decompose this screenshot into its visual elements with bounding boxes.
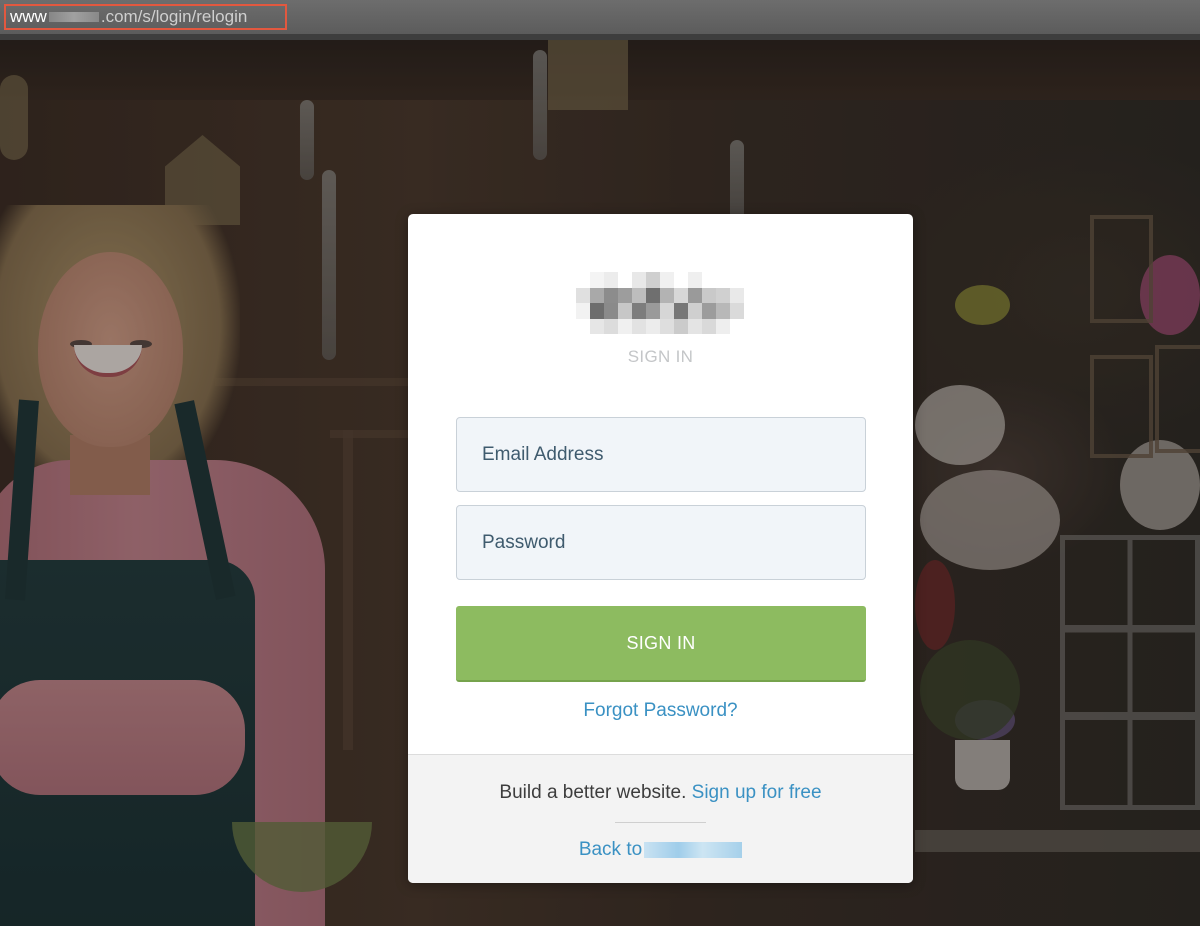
logo-pixel [604, 287, 618, 303]
logo-pixel [702, 303, 716, 319]
forgot-password-link[interactable]: Forgot Password? [583, 700, 737, 721]
footer-divider [615, 822, 706, 823]
logo-pixel [576, 272, 590, 288]
url-text[interactable]: www .com/s/login/relogin [10, 7, 247, 27]
logo-pixel [576, 318, 590, 334]
logo-pixel [702, 318, 716, 334]
card-title: SIGN IN [627, 347, 694, 366]
logo-pixel [660, 287, 674, 303]
logo-pixel [604, 303, 618, 319]
logo-pixel [674, 318, 688, 334]
logo-pixel [688, 303, 702, 319]
logo-pixel [702, 272, 716, 288]
logo-pixel [632, 287, 646, 303]
logo-pixel [618, 318, 632, 334]
logo-pixel [688, 272, 702, 288]
logo-pixel [674, 303, 688, 319]
back-link-text: Back to [578, 839, 643, 860]
logo-pixel [660, 272, 674, 288]
back-link-row: Back to [408, 839, 913, 861]
logo-pixel [618, 287, 632, 303]
logo-pixel [646, 287, 660, 303]
back-link-redacted-site [644, 842, 743, 858]
logo-pixel [660, 318, 674, 334]
logo-pixel [618, 303, 632, 319]
signup-link[interactable]: Sign up for free [692, 782, 822, 803]
logo-pixel [730, 287, 744, 303]
logo-pixel [660, 303, 674, 319]
logo-pixel [632, 303, 646, 319]
url-redacted-domain [48, 12, 99, 22]
logo-pixel [590, 318, 604, 334]
logo-pixel [632, 272, 646, 288]
logo-pixel [604, 272, 618, 288]
signup-prompt: Build a better website. Sign up for free [408, 782, 913, 804]
logo-pixel [730, 318, 744, 334]
url-path: .com/s/login/relogin [100, 7, 248, 26]
logo-pixel [674, 272, 688, 288]
logo-pixel [590, 303, 604, 319]
signup-prompt-text: Build a better website. [499, 782, 687, 803]
logo-pixel [688, 287, 702, 303]
logo-pixel [688, 318, 702, 334]
logo-pixel [702, 287, 716, 303]
logo-pixel [674, 287, 688, 303]
logo-pixel [730, 303, 744, 319]
logo-pixel [716, 303, 730, 319]
logo-pixel [632, 318, 646, 334]
browser-address-bar[interactable]: www .com/s/login/relogin [0, 0, 1200, 40]
back-to-site-link[interactable]: Back to [578, 839, 743, 861]
url-prefix: www [10, 7, 47, 26]
logo-pixel [730, 272, 744, 288]
logo-pixel [716, 272, 730, 288]
forgot-password-row: Forgot Password? [408, 700, 913, 722]
logo-pixel [646, 303, 660, 319]
card-footer: Build a better website. Sign up for free… [408, 754, 913, 883]
logo-pixel [716, 287, 730, 303]
pixelated-brand-logo-icon [576, 272, 744, 334]
logo-pixel [576, 287, 590, 303]
logo-pixel [590, 287, 604, 303]
logo-pixel [646, 272, 660, 288]
logo-pixel [618, 272, 632, 288]
sign-in-button[interactable]: SIGN IN [456, 606, 866, 682]
email-input[interactable] [456, 417, 866, 492]
logo-pixel [590, 272, 604, 288]
logo-pixel [576, 303, 590, 319]
password-input[interactable] [456, 505, 866, 580]
logo-pixel [604, 318, 618, 334]
logo-pixel [716, 318, 730, 334]
login-card: SIGN IN SIGN IN Forgot Password? Build a… [408, 214, 913, 883]
logo-pixel [646, 318, 660, 334]
